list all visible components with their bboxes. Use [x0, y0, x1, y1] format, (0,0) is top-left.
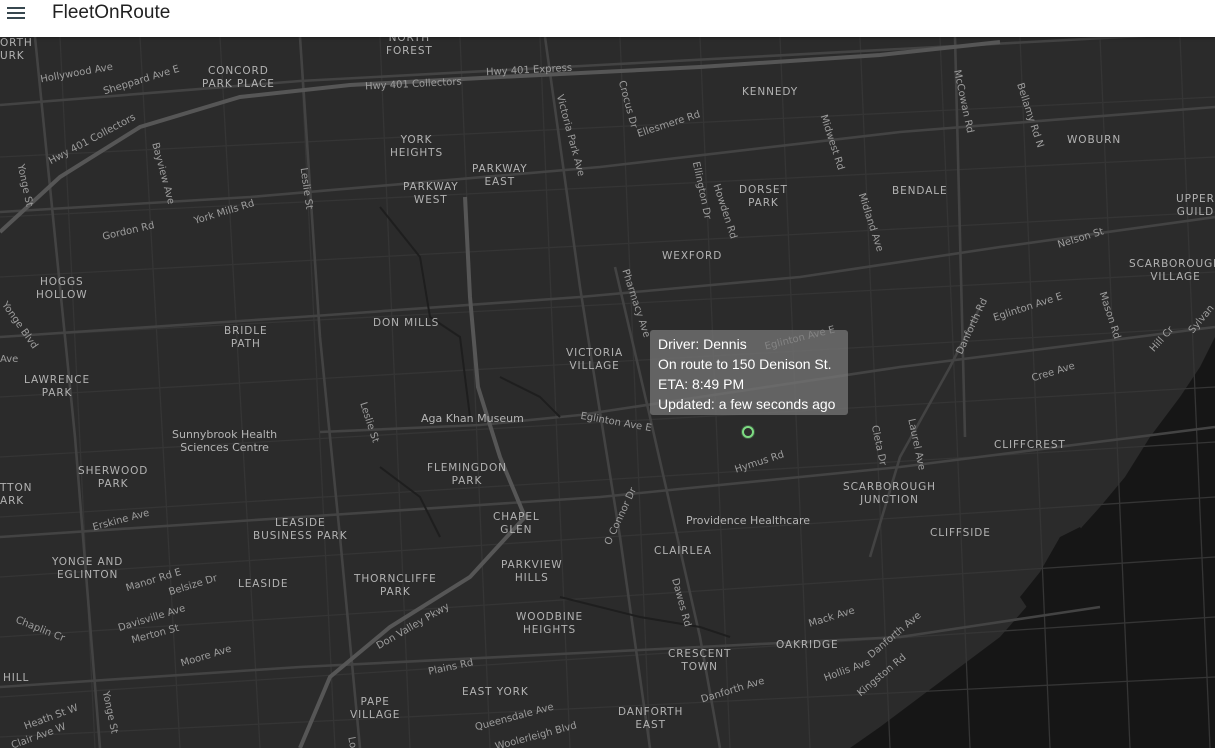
area-label: UPPER GUILD	[1176, 193, 1215, 218]
poi-label: Aga Khan Museum	[421, 412, 524, 425]
area-label: LEASIDE	[238, 578, 289, 590]
area-label: BRIDLE PATH	[224, 325, 268, 350]
area-label: WEXFORD	[662, 250, 723, 262]
area-label: CHAPEL GLEN	[493, 511, 540, 536]
area-label: DANFORTH EAST	[618, 706, 684, 731]
area-label: BENDALE	[892, 185, 948, 197]
poi-label: Sunnybrook Health Sciences Centre	[172, 428, 278, 454]
driver-tooltip: Driver: Dennis On route to 150 Denison S…	[650, 330, 848, 415]
area-label: OAKRIDGE	[776, 639, 839, 651]
road-label: Ave	[0, 354, 19, 365]
tooltip-route: On route to 150 Denison St.	[658, 356, 832, 372]
area-label: ORTH URK	[0, 37, 33, 62]
area-label: HOGGS HOLLOW	[36, 276, 88, 301]
area-label: DON MILLS	[373, 317, 440, 329]
area-label: WOODBINE HEIGHTS	[516, 611, 583, 636]
area-label: CONCORD PARK PLACE	[202, 65, 275, 90]
area-label: PARKWAY WEST	[403, 181, 459, 206]
area-label: EAST YORK	[462, 686, 529, 698]
area-label: HILL	[3, 672, 30, 684]
area-label: WOBURN	[1067, 134, 1122, 146]
map-view[interactable]: ORTH URK NORTH FOREST CONCORD PARK PLACE YO…	[0, 37, 1215, 748]
area-label: NORTH FOREST	[386, 37, 433, 57]
area-label: PARKVIEW HILLS	[501, 559, 563, 584]
area-label: DORSET PARK	[739, 184, 788, 209]
area-label: PAPE VILLAGE	[350, 696, 401, 721]
tooltip-updated: Updated: a few seconds ago	[658, 396, 836, 412]
tooltip-eta: ETA: 8:49 PM	[658, 376, 745, 392]
app-title: FleetOnRoute	[52, 2, 171, 23]
vehicle-location-marker-icon[interactable]	[742, 426, 754, 438]
area-label: CRESCENT TOWN	[668, 648, 732, 673]
area-label: KENNEDY	[742, 86, 799, 98]
area-label: CLAIRLEA	[654, 545, 712, 557]
area-label: YORK HEIGHTS	[390, 134, 444, 159]
road-label: Lo	[345, 735, 359, 748]
area-label: PARKWAY EAST	[472, 163, 528, 188]
area-label: YONGE AND EGLINTON	[52, 556, 124, 581]
area-label: LAWRENCE PARK	[24, 374, 91, 399]
area-label: FLEMINGDON PARK	[427, 462, 507, 487]
app-bar: FleetOnRoute	[0, 0, 1215, 37]
area-label: SHERWOOD PARK	[78, 465, 149, 490]
area-label: VICTORIA VILLAGE	[566, 347, 624, 372]
area-label: SCARBOROUGH JUNCTION	[843, 481, 936, 506]
area-label: CLIFFCREST	[994, 439, 1066, 451]
area-label: TTON ARK	[0, 482, 33, 507]
poi-label: Providence Healthcare	[686, 514, 811, 527]
area-label: CLIFFSIDE	[930, 527, 991, 539]
area-label: LEASIDE BUSINESS PARK	[253, 517, 348, 542]
tooltip-driver: Driver: Dennis	[658, 336, 747, 352]
hamburger-menu-icon[interactable]	[4, 2, 28, 24]
area-label: THORNCLIFFE PARK	[354, 573, 437, 598]
area-label: SCARBOROUGH VILLAGE	[1129, 258, 1215, 283]
